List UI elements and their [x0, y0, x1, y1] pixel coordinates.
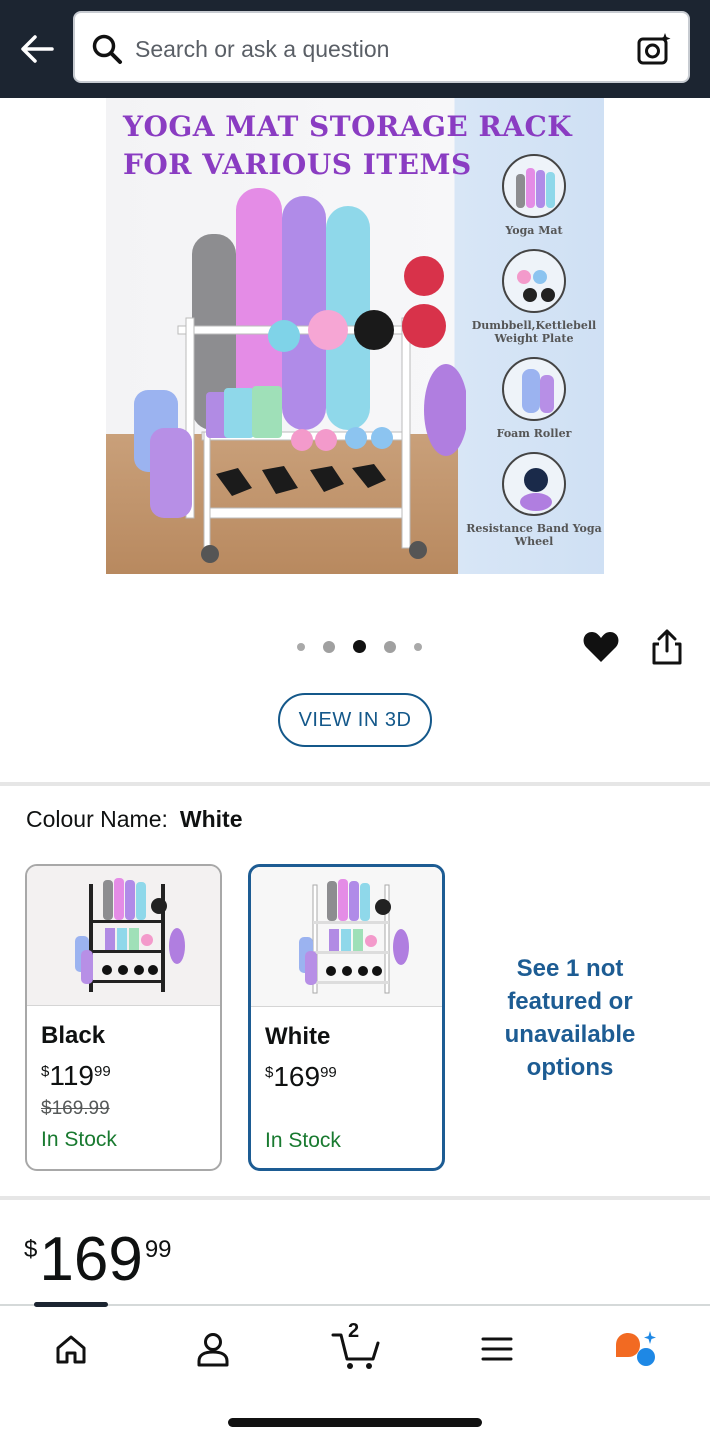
rufus-icon [616, 1331, 656, 1366]
feature-thumbnail [502, 452, 566, 516]
product-image[interactable]: YOGA MAT STORAGE RACK FOR VARIOUS ITEMS [106, 98, 604, 574]
feature-label: Foam Roller [496, 427, 572, 440]
option-thumbnail [27, 866, 220, 1006]
colour-option-black[interactable]: Black $11999 $169.99 In Stock [25, 864, 222, 1171]
cart-count-badge: 2 [348, 1320, 360, 1342]
feature-item: Resistance Band Yoga Wheel [464, 452, 604, 548]
storage-rack-illustration [134, 188, 466, 563]
option-stock-status: In Stock [265, 1129, 341, 1152]
option-price-whole: 169 [273, 1061, 321, 1092]
nav-menu[interactable] [474, 1326, 520, 1372]
option-thumbnail [251, 867, 442, 1007]
carousel-dot[interactable] [384, 640, 396, 653]
option-stock-status: In Stock [41, 1128, 117, 1151]
option-price-currency: $ [41, 1063, 50, 1080]
colour-option-white[interactable]: White $16999 In Stock [248, 864, 445, 1171]
option-name: White [265, 1023, 331, 1050]
top-bar [0, 0, 710, 98]
colour-label: Colour Name: [26, 806, 168, 832]
colour-selected-value: White [179, 806, 243, 832]
account-icon [197, 1333, 229, 1367]
feature-label: Yoga Mat [505, 224, 563, 237]
feature-list: Yoga Mat Dumbbell,Kettlebell Weight Plat… [464, 154, 604, 560]
search-icon [92, 34, 122, 64]
feature-thumbnail [502, 249, 566, 313]
option-price-currency: $ [265, 1064, 274, 1081]
share-icon[interactable] [650, 628, 684, 666]
feature-item: Dumbbell,Kettlebell Weight Plate [464, 249, 604, 345]
feature-thumbnail [502, 154, 566, 218]
carousel-dot-active[interactable] [353, 640, 366, 653]
home-indicator-bar [228, 1418, 482, 1427]
option-price-fraction: 99 [320, 1064, 337, 1081]
nav-home[interactable] [48, 1326, 94, 1372]
carousel-dot[interactable] [323, 640, 335, 653]
option-price-whole: 119 [49, 1060, 94, 1091]
camera-search-icon[interactable] [636, 31, 672, 67]
home-icon [56, 1335, 86, 1364]
price-whole: 169 [39, 1225, 143, 1294]
feature-item: Yoga Mat [464, 154, 604, 237]
option-price: $11999 [41, 1060, 206, 1092]
price-currency: $ [24, 1236, 38, 1263]
section-divider [0, 782, 710, 786]
carousel-dot[interactable] [297, 642, 305, 651]
option-list-price: $169.99 [41, 1098, 110, 1119]
bottom-navigation: 2 [0, 1302, 710, 1440]
see-unavailable-options-link[interactable]: See 1 not featured or unavailable option… [490, 952, 650, 1084]
section-divider [0, 1196, 710, 1200]
option-name: Black [41, 1022, 106, 1049]
nav-rufus[interactable] [612, 1326, 658, 1372]
heart-icon[interactable] [582, 628, 620, 666]
feature-label: Resistance Band Yoga Wheel [466, 522, 602, 548]
colour-name-row: Colour Name: White [26, 806, 243, 833]
back-button[interactable] [16, 28, 58, 70]
nav-account[interactable] [190, 1326, 236, 1372]
menu-icon [481, 1337, 513, 1361]
carousel-dot[interactable] [414, 642, 422, 651]
product-price: $16999 [24, 1224, 172, 1295]
option-price-fraction: 99 [93, 1063, 111, 1080]
carousel-dots[interactable] [297, 640, 440, 653]
feature-thumbnail [502, 357, 566, 421]
feature-item: Foam Roller [464, 357, 604, 440]
search-box[interactable] [73, 11, 690, 83]
option-price: $16999 [265, 1061, 428, 1093]
feature-label: Dumbbell,Kettlebell Weight Plate [471, 319, 597, 345]
search-input[interactable] [135, 31, 615, 67]
active-tab-indicator [34, 1302, 108, 1307]
price-fraction: 99 [144, 1236, 172, 1263]
back-arrow-icon [21, 35, 54, 63]
nav-cart[interactable]: 2 [330, 1320, 382, 1372]
view-in-3d-button[interactable]: VIEW IN 3D [278, 693, 432, 747]
